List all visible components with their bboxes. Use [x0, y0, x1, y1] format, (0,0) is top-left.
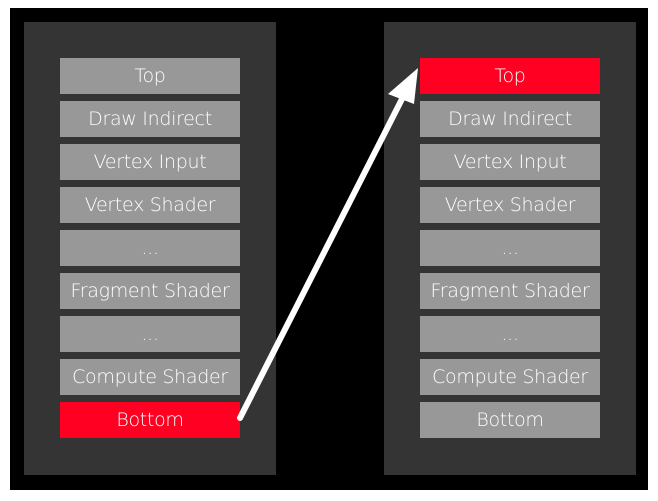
arrow-head-icon [388, 68, 418, 104]
arrow-shaft [237, 94, 406, 421]
dependency-arrow [237, 68, 418, 421]
